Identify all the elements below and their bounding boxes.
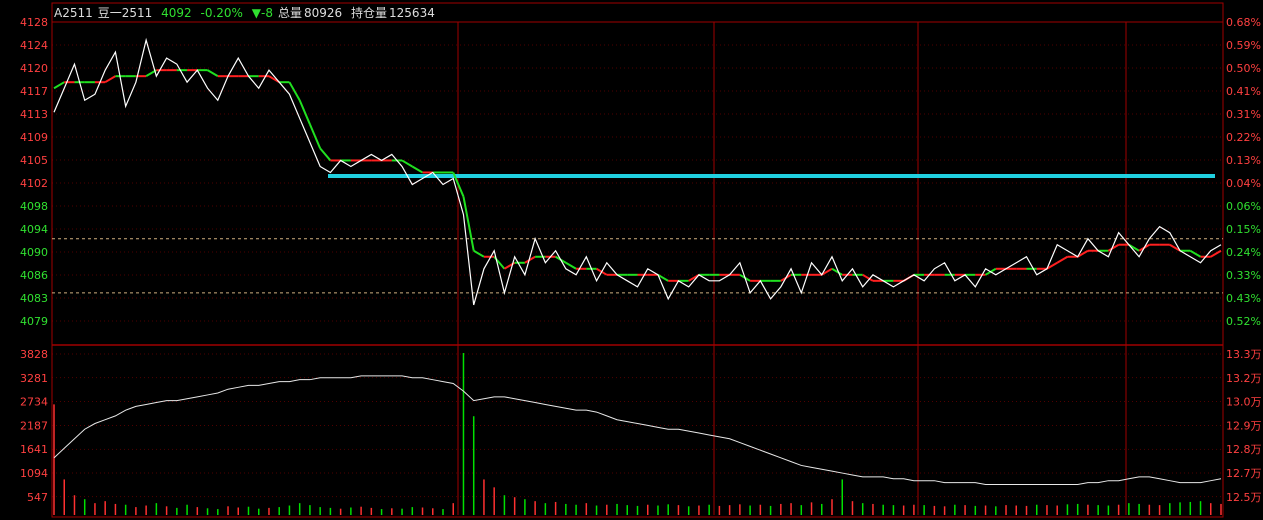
volume-tick-label: 1094 — [20, 467, 48, 480]
frame-border — [51, 2, 1224, 518]
intraday-chart: 4128 4124 4120 4117 4113 4109 4105 4102 4098 4094… — [20, 2, 1262, 518]
percent-tick-label: 0.06% — [1226, 200, 1261, 213]
average-line-segment — [319, 147, 332, 162]
price-tick-label: 4120 — [20, 62, 48, 75]
price-tick-label: 4117 — [20, 85, 48, 98]
price-tick-label: 4109 — [20, 131, 48, 144]
open-interest-line — [53, 375, 1222, 486]
price-tick-label: 4083 — [20, 292, 48, 305]
average-line-segment — [104, 75, 116, 84]
average-line-segment — [1210, 249, 1222, 258]
open-interest-tick-label: 12.5万 — [1226, 491, 1262, 504]
percent-tick-label: 0.24% — [1226, 246, 1261, 259]
price-tick-label: 4128 — [20, 16, 48, 29]
volume-tick-label: 3828 — [20, 348, 48, 361]
price-tick-label: 4098 — [20, 200, 48, 213]
open-interest-tick-label: 13.2万 — [1226, 372, 1262, 385]
average-line-segment — [53, 81, 65, 90]
open-interest-tick-label: 12.9万 — [1226, 419, 1262, 432]
percent-tick-label: 0.13% — [1226, 154, 1261, 167]
average-line-segment — [473, 249, 485, 258]
open-interest-series-line — [53, 375, 1222, 486]
percent-tick-label: 0.15% — [1226, 223, 1261, 236]
open-interest-tick-label: 13.0万 — [1226, 396, 1262, 409]
volume-bars — [53, 353, 1222, 515]
volume-tick-label: 2734 — [20, 396, 48, 409]
open-interest-tick-label: 12.7万 — [1226, 467, 1262, 480]
volume-tick-label: 547 — [27, 491, 48, 504]
price-line — [53, 37, 1222, 306]
average-line-segment — [565, 261, 577, 270]
price-tick-label: 4102 — [20, 177, 48, 190]
open-interest-tick-label: 13.3万 — [1226, 348, 1262, 361]
volume-tick-label: 2187 — [20, 419, 48, 432]
volume-tick-label: 1641 — [20, 443, 48, 456]
open-interest-tick-label: 12.8万 — [1226, 443, 1262, 456]
percent-tick-label: 0.41% — [1226, 85, 1261, 98]
price-tick-label: 4094 — [20, 223, 48, 236]
percent-tick-label: 0.52% — [1226, 315, 1261, 328]
price-tick-label: 4079 — [20, 315, 48, 328]
price-tick-label: 4090 — [20, 246, 48, 259]
average-line-segment — [411, 165, 424, 174]
percent-tick-label: 0.59% — [1226, 39, 1261, 52]
price-series-line — [53, 37, 1222, 306]
price-tick-label: 4105 — [20, 154, 48, 167]
percent-tick-label: 0.31% — [1226, 108, 1261, 121]
left-axis: 4128 4124 4120 4117 4113 4109 4105 4102 4098 4094… — [20, 16, 48, 504]
average-line-segment — [1056, 255, 1068, 264]
price-tick-label: 4086 — [20, 269, 48, 282]
chart-frame — [51, 2, 1224, 518]
percent-tick-label: 0.43% — [1226, 292, 1261, 305]
percent-tick-label: 0.22% — [1226, 131, 1261, 144]
price-tick-label: 4124 — [20, 39, 48, 52]
volume-tick-label: 3281 — [20, 372, 48, 385]
percent-tick-label: 0.68% — [1226, 16, 1261, 29]
percent-tick-label: 0.33% — [1226, 269, 1261, 282]
percent-tick-label: 0.50% — [1226, 62, 1261, 75]
average-line-segment — [1189, 249, 1202, 258]
percent-tick-label: 0.04% — [1226, 177, 1261, 190]
right-axis: 0.68% 0.59% 0.50% 0.41% 0.31% 0.22% 0.13% 0.04%… — [1226, 16, 1262, 504]
average-line-segment — [401, 159, 413, 168]
average-line-segment — [207, 69, 219, 78]
price-tick-label: 4113 — [20, 108, 48, 121]
